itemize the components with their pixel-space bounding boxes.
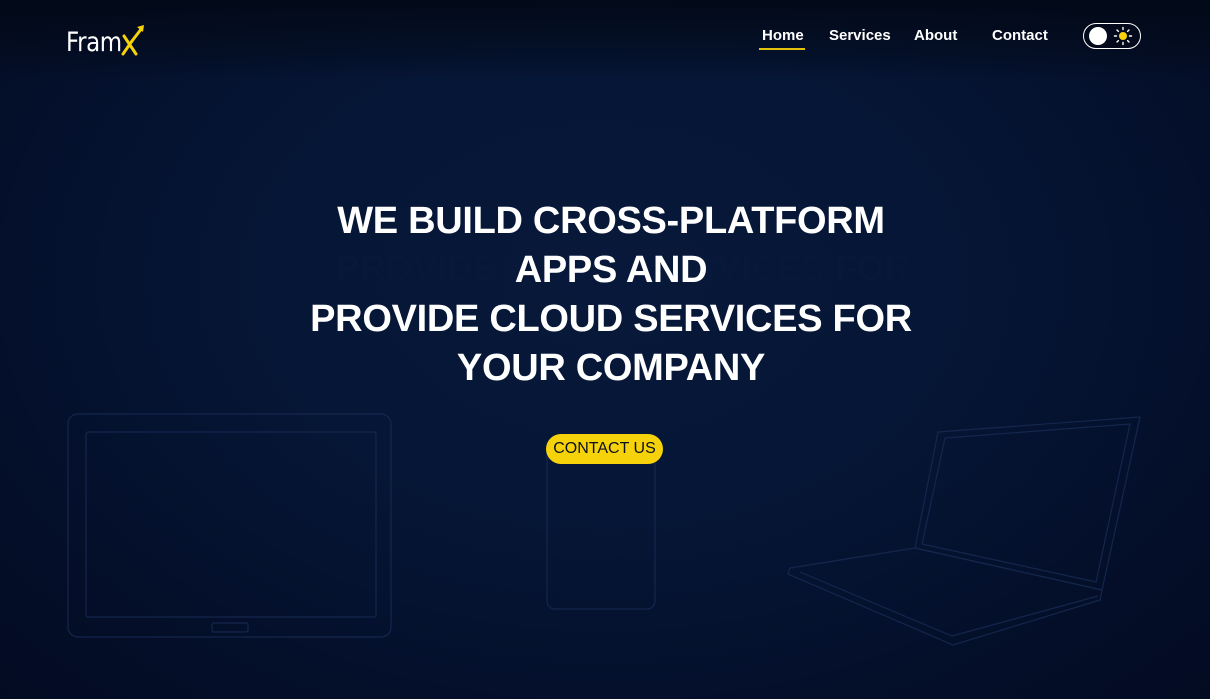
nav-link-about[interactable]: About — [914, 26, 957, 46]
brand-logo[interactable]: Fram — [66, 24, 144, 58]
hero-line-4: YOUR COMPANY — [456, 347, 766, 389]
hero-headline: WE BUILD CROSS-PLATFORM APPS AND PROVIDE… — [300, 197, 922, 393]
active-nav-indicator — [759, 48, 805, 50]
hero-line-2: APPS AND — [514, 249, 708, 291]
hero-line-3: PROVIDE CLOUD SERVICES FOR — [310, 298, 912, 340]
brand-x-icon — [121, 25, 144, 56]
hero-line-1: WE BUILD CROSS-PLATFORM — [337, 200, 885, 242]
toggle-knob — [1089, 27, 1107, 45]
sun-icon — [1113, 26, 1133, 46]
phone-outline — [546, 439, 656, 610]
tablet-outline — [67, 413, 392, 638]
nav-link-contact[interactable]: Contact — [992, 26, 1048, 46]
laptop-outline — [914, 416, 1141, 591]
contact-us-button[interactable]: CONTACT US — [546, 434, 663, 464]
nav-link-home[interactable]: Home — [762, 26, 804, 46]
brand-name: Fram — [66, 27, 122, 58]
theme-toggle[interactable] — [1083, 23, 1141, 49]
nav-link-services[interactable]: Services — [829, 26, 891, 46]
